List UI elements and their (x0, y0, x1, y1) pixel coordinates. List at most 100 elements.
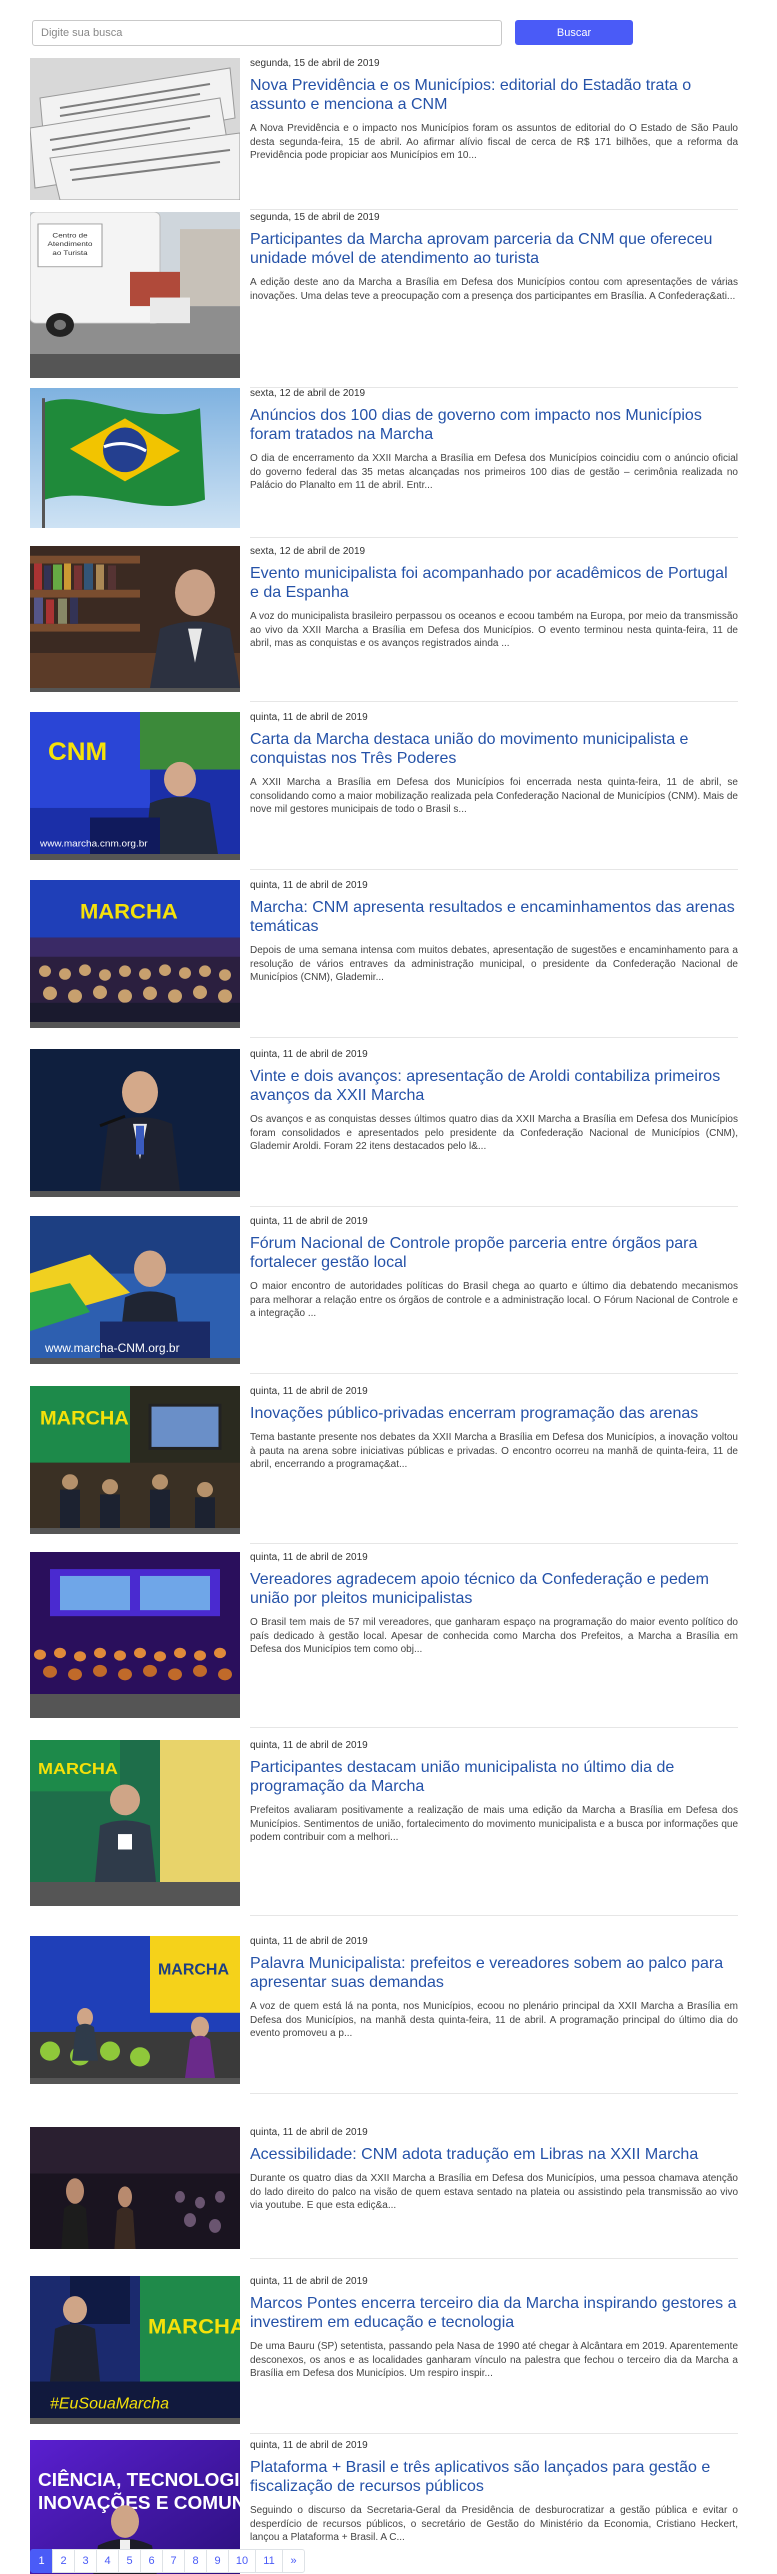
news-excerpt: A voz de quem está lá na ponta, nos Muni… (250, 2001, 738, 2039)
news-divider (250, 2433, 738, 2434)
news-title-link[interactable]: Marcha: CNM apresenta resultados e encam… (250, 898, 738, 936)
van-sign-text: Centro de (52, 231, 87, 239)
news-page: Buscar segunda, 15 de abril de 2019 Nova … (0, 0, 777, 2574)
news-item: MARCHA #EuSouaMarcha quinta, 11 de abril … (30, 2276, 738, 2434)
news-content: quinta, 11 de abril de 2019 Acessibilidad… (250, 2127, 738, 2213)
page-link-7[interactable]: 7 (162, 2549, 185, 2573)
news-excerpt: O Brasil tem mais de 57 mil vereadores, … (250, 1617, 738, 1655)
news-date: quinta, 11 de abril de 2019 (250, 880, 368, 891)
news-title-link[interactable]: Participantes destacam união municipalis… (250, 1758, 738, 1796)
news-thumbnail[interactable]: MARCHA #EuSouaMarcha (30, 2276, 240, 2424)
news-date: quinta, 11 de abril de 2019 (250, 1552, 368, 1563)
crowd-purple-photo (30, 1552, 240, 1694)
news-title-link[interactable]: Vereadores agradecem apoio técnico da Co… (250, 1570, 738, 1608)
newspapers-photo (30, 58, 240, 200)
news-date: quinta, 11 de abril de 2019 (250, 2276, 368, 2287)
news-thumbnail[interactable]: MARCHA (30, 1740, 240, 1906)
news-title-link[interactable]: Fórum Nacional de Controle propõe parcer… (250, 1234, 738, 1272)
page-link-9[interactable]: 9 (206, 2549, 229, 2573)
news-excerpt: Os avanços e as conquistas desses último… (250, 1114, 738, 1152)
news-title-link[interactable]: Carta da Marcha destaca união do movimen… (250, 730, 738, 768)
news-title-link[interactable]: Evento municipalista foi acompanhado por… (250, 564, 738, 602)
news-thumbnail[interactable] (30, 1552, 240, 1718)
news-item: MARCHA quinta, 11 de abril de 2019 Inovaç… (30, 1386, 738, 1544)
news-date: quinta, 11 de abril de 2019 (250, 1936, 368, 1947)
news-content: quinta, 11 de abril de 2019 Marcha: CNM a… (250, 880, 738, 985)
news-title-link[interactable]: Plataforma + Brasil e três aplicativos s… (250, 2458, 738, 2496)
page-link-11[interactable]: 11 (255, 2549, 283, 2573)
news-excerpt: A Nova Previdência e o impacto nos Munic… (250, 123, 738, 161)
news-date: quinta, 11 de abril de 2019 (250, 2440, 368, 2451)
news-thumbnail[interactable]: Centro de Atendimento ao Turista (30, 212, 240, 378)
search-button[interactable]: Buscar (515, 20, 633, 45)
auditorium-photo: MARCHA (30, 880, 240, 1022)
news-thumbnail[interactable] (30, 546, 240, 692)
news-date: quinta, 11 de abril de 2019 (250, 1049, 368, 1060)
news-item: MARCHA quinta, 11 de abril de 2019 Palavr… (30, 1936, 738, 2094)
news-title-link[interactable]: Inovações público-privadas encerram prog… (250, 1404, 738, 1423)
news-content: quinta, 11 de abril de 2019 Plataforma + … (250, 2440, 738, 2545)
news-thumbnail[interactable] (30, 58, 240, 200)
svg-text:MARCHA: MARCHA (80, 899, 178, 923)
news-date: quinta, 11 de abril de 2019 (250, 1740, 368, 1751)
news-title-link[interactable]: Anúncios dos 100 dias de governo com imp… (250, 406, 738, 444)
news-date: sexta, 12 de abril de 2019 (250, 388, 366, 399)
news-item: sexta, 12 de abril de 2019 Evento municip… (30, 546, 738, 702)
svg-text:www.marcha.cnm.org.br: www.marcha.cnm.org.br (39, 838, 148, 849)
news-title-link[interactable]: Participantes da Marcha aprovam parceria… (250, 230, 738, 268)
page-link-1[interactable]: 1 (30, 2549, 53, 2573)
news-thumbnail[interactable] (30, 388, 240, 528)
news-excerpt: Depois de uma semana intensa com muitos … (250, 945, 738, 983)
news-divider (250, 1206, 738, 1207)
news-divider (250, 2258, 738, 2259)
news-excerpt: A voz do municipalista brasileiro perpas… (250, 611, 738, 649)
news-item: MARCHA quinta, 11 de abril de 2019 Marcha… (30, 880, 738, 1038)
news-excerpt: Tema bastante presente nos debates da XX… (250, 1432, 738, 1470)
speaker-blue-photo (30, 1049, 240, 1191)
page-link-3[interactable]: 3 (74, 2549, 97, 2573)
news-content: sexta, 12 de abril de 2019 Anúncios dos 1… (250, 388, 738, 493)
news-title-link[interactable]: Nova Previdência e os Municípios: editor… (250, 76, 738, 114)
page-link-6[interactable]: 6 (140, 2549, 163, 2573)
svg-text:INOVAÇÕES E COMUNICAÇÕES: INOVAÇÕES E COMUNICAÇÕES (38, 2492, 240, 2513)
news-excerpt: De uma Bauru (SP) setentista, passando p… (250, 2341, 738, 2379)
pontes-stage-photo: MARCHA #EuSouaMarcha (30, 2276, 240, 2418)
svg-text:Atendimento: Atendimento (48, 240, 93, 248)
news-thumbnail[interactable]: MARCHA (30, 1936, 240, 2084)
news-title-link[interactable]: Marcos Pontes encerra terceiro dia da Ma… (250, 2294, 738, 2332)
news-divider (250, 701, 738, 702)
page-link-2[interactable]: 2 (52, 2549, 75, 2573)
news-thumbnail[interactable]: MARCHA (30, 1386, 240, 1534)
news-content: quinta, 11 de abril de 2019 Vereadores ag… (250, 1552, 738, 1657)
news-thumbnail[interactable] (30, 2127, 240, 2249)
news-excerpt: A edição deste ano da Marcha a Brasília … (250, 277, 738, 302)
news-excerpt: Seguindo o discurso da Secretaria-Geral … (250, 2505, 738, 2543)
page-link-4[interactable]: 4 (96, 2549, 119, 2573)
news-title-link[interactable]: Vinte e dois avanços: apresentação de Ar… (250, 1067, 738, 1105)
news-item: quinta, 11 de abril de 2019 Acessibilidad… (30, 2127, 738, 2259)
news-thumbnail[interactable]: CNM www.marcha.cnm.org.br (30, 712, 240, 860)
news-title-link[interactable]: Acessibilidade: CNM adota tradução em Li… (250, 2145, 738, 2164)
page-next-link[interactable]: » (282, 2549, 305, 2573)
page-link-10[interactable]: 10 (228, 2549, 256, 2573)
news-divider (250, 1037, 738, 1038)
news-thumbnail[interactable] (30, 1049, 240, 1197)
news-thumbnail[interactable]: MARCHA (30, 880, 240, 1028)
news-date: segunda, 15 de abril de 2019 (250, 212, 380, 223)
search-input[interactable] (32, 20, 502, 46)
stage-yellow-photo: MARCHA (30, 1936, 240, 2078)
news-date: sexta, 12 de abril de 2019 (250, 546, 366, 557)
brazil-flag-photo (30, 388, 240, 528)
news-date: quinta, 11 de abril de 2019 (250, 2127, 368, 2138)
news-date: quinta, 11 de abril de 2019 (250, 1216, 368, 1227)
news-item: CNM www.marcha.cnm.org.br quinta, 11 de a… (30, 712, 738, 870)
page-link-8[interactable]: 8 (184, 2549, 207, 2573)
news-divider (250, 1373, 738, 1374)
news-item: MARCHA quinta, 11 de abril de 2019 Partic… (30, 1740, 738, 1916)
news-content: segunda, 15 de abril de 2019 Nova Previdê… (250, 58, 738, 163)
svg-text:www.marcha-CNM.org.br: www.marcha-CNM.org.br (44, 1342, 180, 1355)
news-item: quinta, 11 de abril de 2019 Vereadores ag… (30, 1552, 738, 1728)
news-thumbnail[interactable]: www.marcha-CNM.org.br (30, 1216, 240, 1364)
news-title-link[interactable]: Palavra Municipalista: prefeitos e verea… (250, 1954, 738, 1992)
page-link-5[interactable]: 5 (118, 2549, 141, 2573)
